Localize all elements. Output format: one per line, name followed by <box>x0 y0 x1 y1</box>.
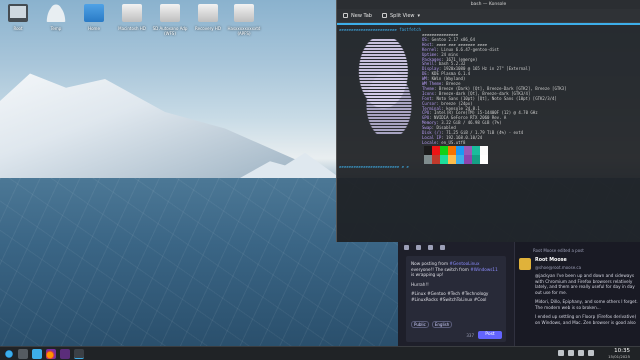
compose-text: Hurrah!! <box>411 281 429 287</box>
terminal-area[interactable]: ▰▰▰▰▰▰▰▰▰▰▰▰▰▰▰▰▰▰▰▰▰▰▰▰ fastfetch ▰▰▰▰▰… <box>339 27 639 240</box>
chevron-up-icon[interactable] <box>588 350 594 356</box>
color-swatch <box>464 146 472 155</box>
split-view-label: Split View <box>389 12 415 19</box>
clock-date: 15/01/2025 <box>608 354 630 359</box>
fastfetch-line: Locale: en_US.utf8 <box>422 139 466 145</box>
color-swatch <box>424 146 432 155</box>
desktop-icon-apfs[interactable]: Hasxxxxxxxxxtd (APFS) <box>226 4 262 36</box>
gear-icon[interactable] <box>428 245 433 250</box>
desktop-icon-label: Root <box>13 26 23 31</box>
post-author-handle[interactable]: @shoe@root.moose.ca <box>535 265 581 270</box>
color-swatch <box>480 155 488 164</box>
color-swatch <box>448 155 456 164</box>
color-swatch <box>472 146 480 155</box>
konsole-toolbar: New Tab Split View ▾ <box>337 9 640 23</box>
app-launcher-icon[interactable] <box>4 348 14 359</box>
new-tab-label: New Tab <box>351 12 372 19</box>
post-paragraph: I ended up settling on Floorp (Firefox d… <box>535 314 637 325</box>
split-view-icon <box>381 13 387 18</box>
compose-toolbar <box>404 245 445 250</box>
desktop-icon-home[interactable]: Home <box>76 4 112 31</box>
drive-icon <box>122 4 142 22</box>
dolphin-icon[interactable] <box>32 348 42 359</box>
shell-prompt: ▰▰▰▰▰▰▰▰▰▰▰▰▰▰▰▰▰▰▰▰▰▰▰▰▰ ▰ ▰ <box>339 164 409 169</box>
avatar[interactable] <box>519 258 531 270</box>
new-tab-button[interactable]: New Tab <box>343 13 372 19</box>
timeline-feed[interactable]: Root Moose edited a post Root Moose @sho… <box>514 242 640 346</box>
drive-icon <box>234 4 254 22</box>
color-swatch <box>448 146 456 155</box>
compose-hashtags: #Linux #Gentoo #Tech #Technology #LinuxR… <box>411 291 489 302</box>
konsole-window[interactable]: bash — Konsole New Tab Split View ▾ ▰▰▰▰… <box>336 0 640 242</box>
notifications-icon[interactable] <box>578 350 584 356</box>
desktop-icon-sd[interactable]: SD Autoxano Adp (WFS) <box>152 4 188 36</box>
chevron-down-icon: ▾ <box>417 12 421 19</box>
color-swatch <box>456 146 464 155</box>
desktop-icon-recovery-hd[interactable]: Recovery HD <box>190 4 226 31</box>
active-tab-indicator <box>337 23 640 25</box>
mastodon-window[interactable]: Now posting from #GentooLinux everyone!!… <box>398 242 640 346</box>
user-folder-icon <box>46 4 66 22</box>
color-swatch <box>432 155 440 164</box>
snowy-mountain <box>0 73 300 178</box>
desktop-icon-label: Macintosh HD <box>118 26 146 31</box>
people-icon[interactable] <box>416 245 421 250</box>
home-folder-icon <box>84 4 104 22</box>
desktop-icon-root[interactable]: Root <box>0 4 36 31</box>
color-swatch <box>432 146 440 155</box>
window-titlebar[interactable]: bash — Konsole <box>337 0 640 9</box>
monitor-icon <box>8 4 28 22</box>
character-counter: 337 <box>466 333 474 338</box>
compose-box[interactable]: Now posting from #GentooLinux everyone!!… <box>406 256 506 342</box>
desktop-icon-label: Temp <box>50 26 62 31</box>
konsole-icon[interactable] <box>74 348 84 359</box>
post-author-name[interactable]: Root Moose <box>535 258 567 263</box>
system-tray <box>558 350 594 356</box>
desktop-icon-label: Hasxxxxxxxxxtd (APFS) <box>227 26 261 36</box>
post-paragraph: @jackyan I've been up and down and sidew… <box>535 273 635 295</box>
desktop-icon-temp[interactable]: Temp <box>38 4 74 31</box>
pager-icon[interactable] <box>18 348 28 359</box>
language-selector[interactable]: English <box>431 321 453 328</box>
post-paragraph: Midori, Dillo, Epiphany, and some others… <box>535 299 638 310</box>
visibility-selector[interactable]: Public <box>411 321 429 328</box>
desktop-icon-label: Home <box>88 26 100 31</box>
network-icon[interactable] <box>558 350 564 356</box>
color-swatch <box>440 146 448 155</box>
gentoo-logo-ascii <box>345 38 425 134</box>
mastodon-app-icon[interactable] <box>60 348 70 359</box>
compose-text: Now posting from #GentooLinux everyone!!… <box>411 261 498 277</box>
logout-icon[interactable] <box>440 245 445 250</box>
drive-icon <box>198 4 218 22</box>
firefox-icon[interactable] <box>46 348 56 359</box>
drive-icon <box>160 4 180 22</box>
desktop-icon-label: Recovery HD <box>195 26 221 31</box>
shell-prompt: ▰▰▰▰▰▰▰▰▰▰▰▰▰▰▰▰▰▰▰▰▰▰▰▰ fastfetch <box>339 27 421 32</box>
color-swatch <box>480 146 488 155</box>
digital-clock[interactable]: 10:35 15/01/2025 <box>608 348 630 359</box>
taskbar: 10:35 15/01/2025 <box>0 346 640 360</box>
color-swatch <box>424 155 432 164</box>
desktop-icon-macintosh-hd[interactable]: Macintosh HD <box>114 4 150 31</box>
color-swatch <box>472 155 480 164</box>
new-tab-icon <box>343 13 348 18</box>
window-title: bash — Konsole <box>470 2 507 7</box>
color-swatch <box>456 155 464 164</box>
volume-icon[interactable] <box>568 350 574 356</box>
color-swatch <box>464 155 472 164</box>
split-view-button[interactable]: Split View ▾ <box>381 12 421 19</box>
home-icon[interactable] <box>404 245 409 250</box>
post-edited-notice: Root Moose edited a post <box>533 248 584 253</box>
desktop-icon-label: SD Autoxano Adp (WFS) <box>152 26 188 36</box>
color-swatch <box>440 155 448 164</box>
post-body: @jackyan I've been up and down and sidew… <box>535 273 639 325</box>
post-button[interactable]: Post <box>478 331 502 339</box>
